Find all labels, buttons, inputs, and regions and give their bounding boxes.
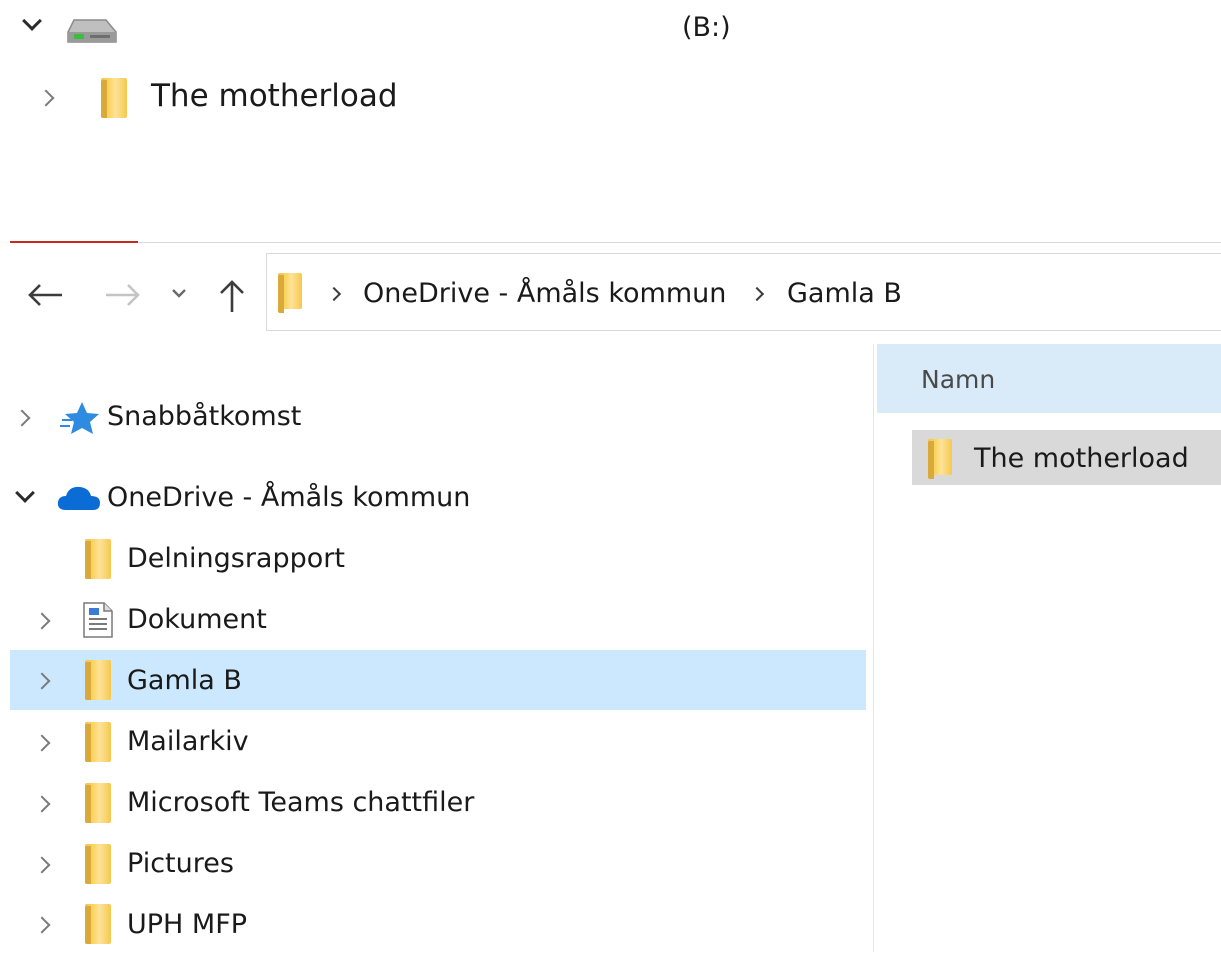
expand-chevron-icon[interactable] (33, 672, 51, 690)
nav-item-mailarkiv[interactable]: Mailarkiv (10, 712, 866, 772)
quick-access-expand-chevron-icon[interactable] (13, 409, 31, 427)
folder-icon (928, 439, 952, 479)
nav-item-dokument[interactable]: Dokument (10, 590, 866, 650)
folder-icon (85, 722, 111, 762)
window-top-border (10, 242, 1221, 243)
nav-item-gamla-b[interactable]: Gamla B (10, 650, 866, 710)
column-header-name[interactable]: Namn (877, 344, 1221, 413)
top-tree-folder-label[interactable]: The motherload (151, 78, 398, 114)
breadcrumb-gamla-b[interactable]: Gamla B (787, 276, 902, 312)
nav-item-label: UPH MFP (127, 909, 248, 940)
folder-expand-chevron-icon[interactable] (37, 89, 55, 107)
expand-chevron-icon[interactable] (33, 856, 51, 874)
folder-icon (85, 660, 111, 700)
expand-chevron-icon[interactable] (33, 734, 51, 752)
recent-locations-chevron-icon[interactable] (171, 288, 187, 300)
nav-item-label: Delningsrapport (127, 543, 345, 574)
expand-chevron-icon[interactable] (33, 916, 51, 934)
nav-item-label: Gamla B (127, 665, 242, 696)
folder-icon (101, 78, 127, 118)
nav-item-delningsrapport[interactable]: Delningsrapport (10, 529, 866, 589)
onedrive-cloud-icon (57, 486, 100, 510)
nav-item-label: Mailarkiv (127, 726, 249, 757)
document-icon (83, 602, 113, 638)
star-icon (60, 402, 99, 434)
expand-chevron-icon[interactable] (33, 612, 51, 630)
folder-icon (85, 844, 111, 884)
up-arrow-icon[interactable] (217, 278, 247, 314)
nav-item-microsoft-teams-chattfiler[interactable]: Microsoft Teams chattfiler (10, 773, 866, 833)
drive-expand-chevron-icon[interactable] (22, 11, 42, 31)
column-header-label: Namn (921, 365, 996, 394)
forward-arrow-icon[interactable] (104, 282, 142, 308)
onedrive-label[interactable]: OneDrive - Åmåls kommun (107, 480, 470, 516)
nav-item-uph-mfp[interactable]: UPH MFP (10, 894, 866, 954)
folder-icon (85, 904, 111, 944)
folder-icon (85, 783, 111, 823)
pane-splitter[interactable] (873, 344, 874, 952)
nav-item-label: Microsoft Teams chattfiler (127, 787, 475, 818)
drive-icon (67, 19, 117, 43)
folder-icon (85, 539, 111, 579)
breadcrumb-onedrive[interactable]: OneDrive - Åmåls kommun (363, 276, 726, 312)
breadcrumb-separator-icon (326, 286, 342, 302)
nav-item-label: Pictures (127, 848, 234, 879)
drive-label[interactable]: (B:) (682, 10, 731, 46)
expand-chevron-icon[interactable] (33, 795, 51, 813)
file-row[interactable]: The motherload (912, 430, 1221, 485)
back-arrow-icon[interactable] (26, 282, 64, 308)
nav-item-pictures[interactable]: Pictures (10, 834, 866, 894)
address-folder-icon (278, 273, 302, 313)
breadcrumb-separator-icon (749, 286, 765, 302)
nav-item-label: Dokument (127, 604, 267, 635)
onedrive-expand-chevron-icon[interactable] (15, 483, 35, 503)
active-tab-accent (10, 241, 138, 243)
file-row-name: The motherload (974, 443, 1189, 474)
address-bar[interactable]: OneDrive - Åmåls kommun Gamla B (266, 253, 1221, 331)
quick-access-label[interactable]: Snabbåtkomst (107, 399, 301, 435)
